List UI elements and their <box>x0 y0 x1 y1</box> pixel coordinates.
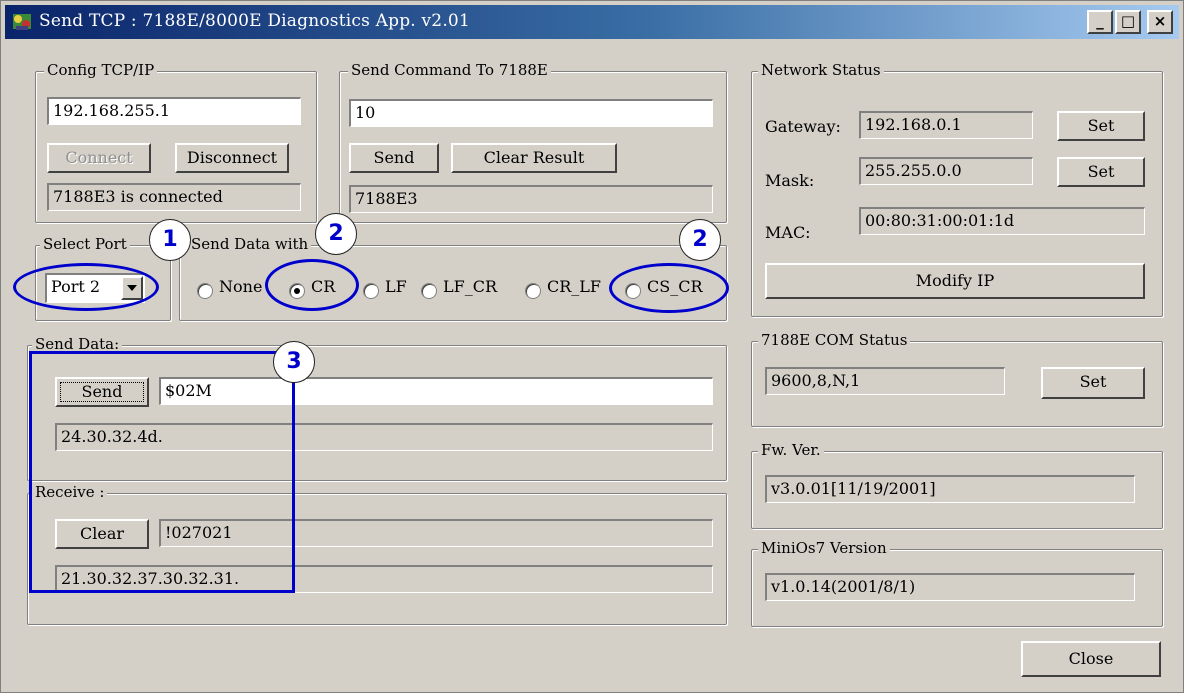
minios7-label: MiniOs7 Version <box>758 539 890 557</box>
set-com-button[interactable]: Set <box>1041 367 1145 399</box>
radio-lf[interactable] <box>363 283 379 299</box>
annotation-box-send-receive <box>29 351 295 593</box>
callout-2a: 2 <box>315 213 357 255</box>
radio-none-label: None <box>219 277 263 296</box>
clear-result-button[interactable]: Clear Result <box>451 143 617 173</box>
minimize-button[interactable]: _ <box>1087 10 1113 34</box>
connection-status-field: 7188E3 is connected <box>47 183 301 211</box>
radio-none[interactable] <box>197 283 213 299</box>
mask-label: Mask: <box>765 171 815 190</box>
maximize-icon: □ <box>1120 12 1136 30</box>
network-app-icon <box>13 14 31 30</box>
callout-1: 1 <box>149 219 191 261</box>
fw-version-field: v3.0.01[11/19/2001] <box>765 475 1135 503</box>
title-bar[interactable]: Send TCP : 7188E/8000E Diagnostics App. … <box>5 5 1179 39</box>
annotation-ellipse-cs-cr <box>609 263 729 313</box>
annotation-ellipse-cr <box>265 259 359 311</box>
command-input[interactable]: 10 <box>349 99 713 127</box>
mac-label: MAC: <box>765 223 811 242</box>
app-window: Send TCP : 7188E/8000E Diagnostics App. … <box>0 0 1184 693</box>
radio-cr-lf-label: CR_LF <box>547 277 602 296</box>
ip-address-input[interactable]: 192.168.255.1 <box>47 97 301 125</box>
send-command-button[interactable]: Send <box>349 143 439 173</box>
network-status-label: Network Status <box>758 61 884 79</box>
minimize-icon: _ <box>1096 12 1104 30</box>
config-tcpip-label: Config TCP/IP <box>44 61 158 79</box>
radio-lf-cr[interactable] <box>421 283 437 299</box>
modify-ip-button[interactable]: Modify IP <box>765 263 1145 299</box>
send-command-label: Send Command To 7188E <box>348 61 551 79</box>
disconnect-button[interactable]: Disconnect <box>175 143 289 173</box>
set-gateway-button[interactable]: Set <box>1057 111 1145 141</box>
callout-2b: 2 <box>679 219 721 261</box>
radio-lf-label: LF <box>385 277 407 296</box>
set-mask-button[interactable]: Set <box>1057 157 1145 187</box>
close-window-button[interactable]: × <box>1147 10 1173 34</box>
connect-button[interactable]: Connect <box>47 143 151 173</box>
window-title: Send TCP : 7188E/8000E Diagnostics App. … <box>39 11 470 31</box>
minios7-field: v1.0.14(2001/8/1) <box>765 573 1135 601</box>
radio-lf-cr-label: LF_CR <box>443 277 498 296</box>
annotation-ellipse-port <box>13 263 159 311</box>
mac-field: 00:80:31:00:01:1d <box>859 207 1145 235</box>
com-status-field: 9600,8,N,1 <box>765 367 1005 395</box>
command-result-field: 7188E3 <box>349 185 713 213</box>
gateway-field: 192.168.0.1 <box>859 111 1033 139</box>
callout-3: 3 <box>273 341 315 383</box>
mask-field: 255.255.0.0 <box>859 157 1033 185</box>
close-button[interactable]: Close <box>1021 641 1161 677</box>
com-status-label: 7188E COM Status <box>758 331 911 349</box>
fw-version-label: Fw. Ver. <box>758 441 824 459</box>
gateway-label: Gateway: <box>765 117 841 136</box>
radio-cr-lf[interactable] <box>525 283 541 299</box>
send-data-with-label: Send Data with <box>188 235 312 253</box>
close-icon: × <box>1153 12 1167 30</box>
maximize-button[interactable]: □ <box>1115 10 1141 34</box>
select-port-label: Select Port <box>40 235 130 253</box>
